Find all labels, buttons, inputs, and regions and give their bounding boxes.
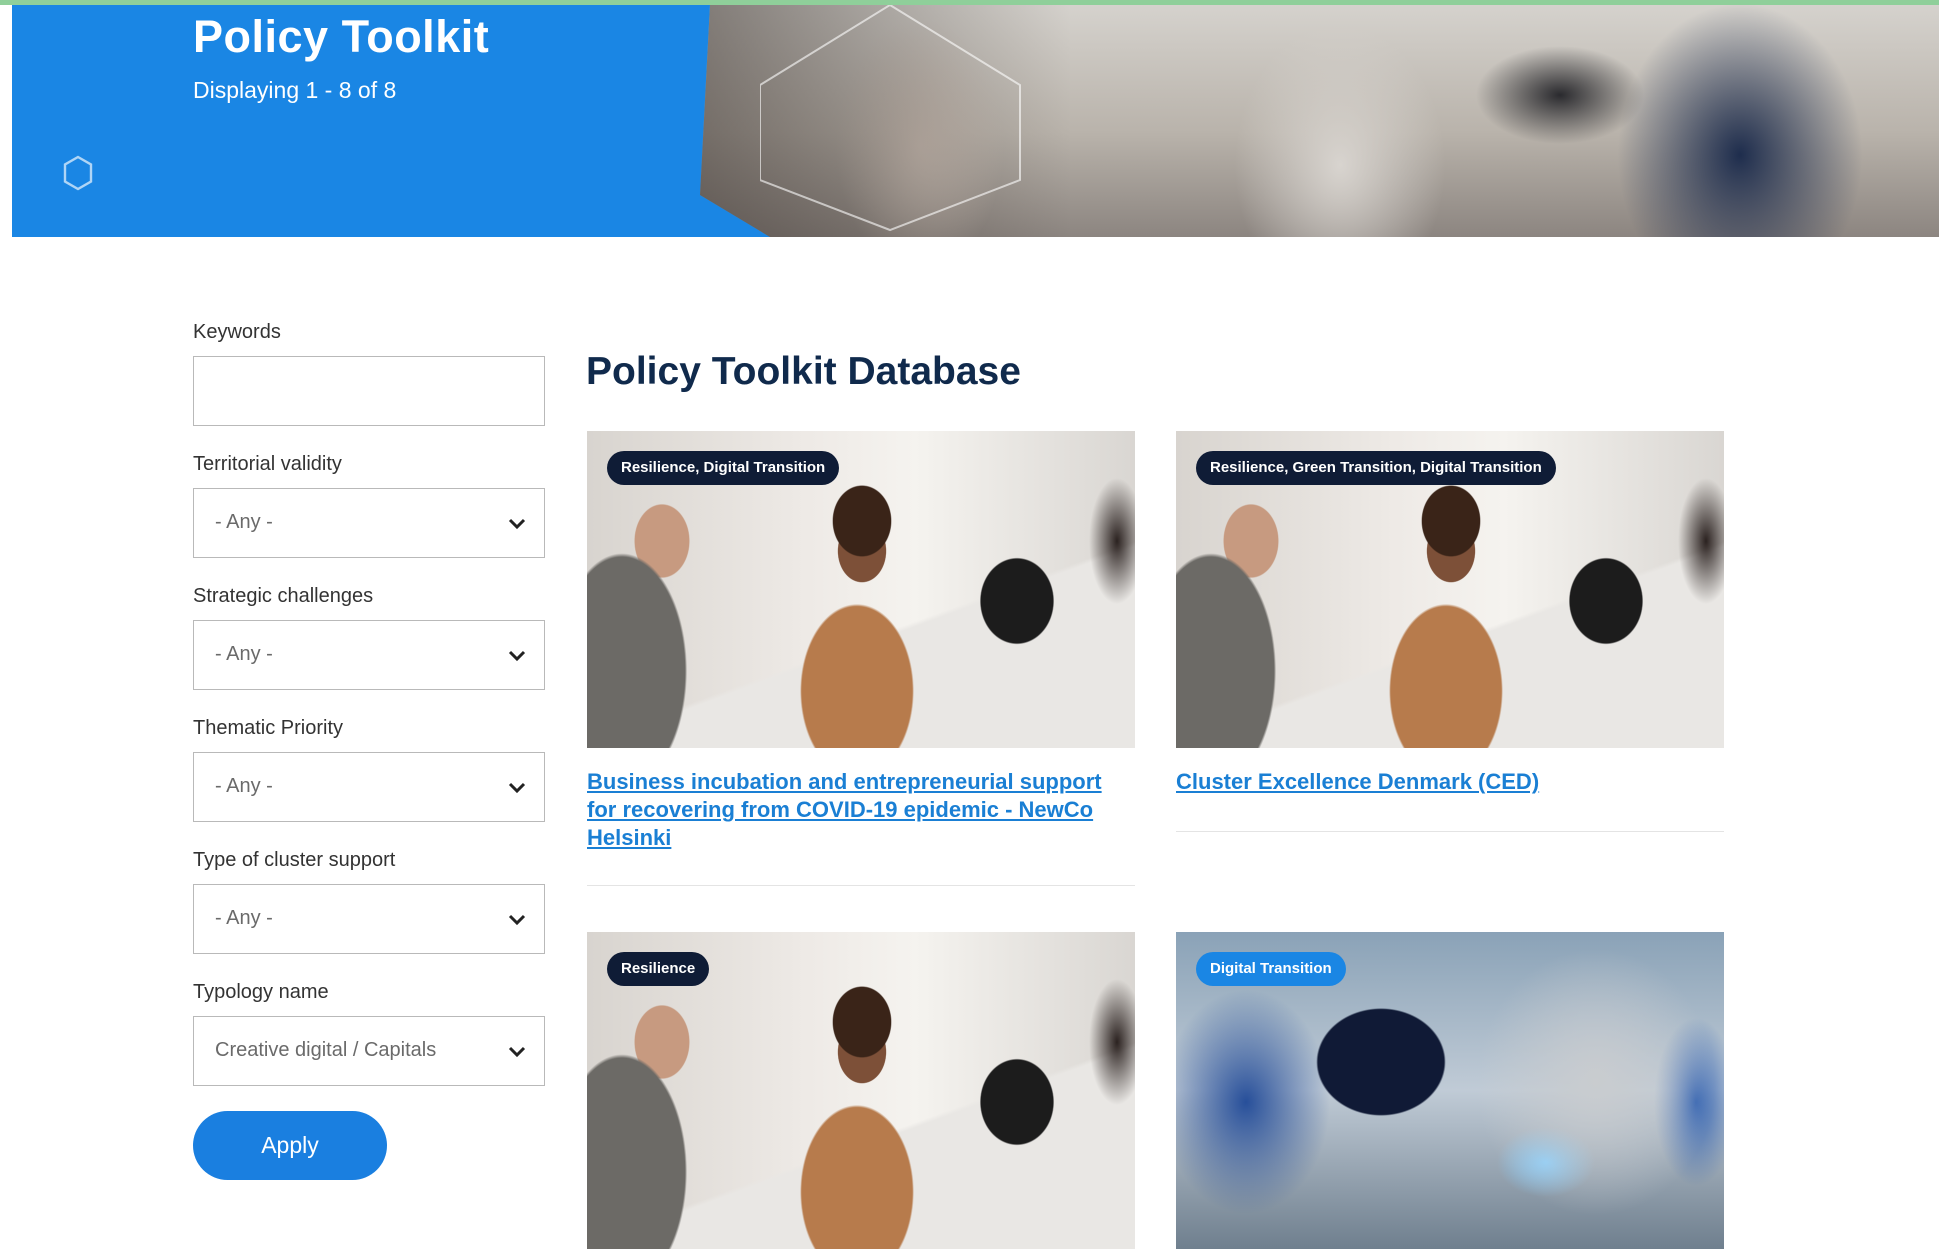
chevron-down-icon [508,782,526,794]
strategic-challenges-value: - Any - [215,643,273,665]
database-heading: Policy Toolkit Database [586,350,1021,393]
filter-sidebar: Keywords Territorial validity - Any - St… [193,320,545,1180]
policy-card: Resilience, Digital Transition Business … [587,431,1135,886]
territorial-validity-select[interactable]: - Any - [193,488,545,558]
thematic-priority-select[interactable]: - Any - [193,752,545,822]
thematic-priority-label: Thematic Priority [193,717,344,739]
results-count: Displaying 1 - 8 of 8 [193,77,397,103]
keywords-input[interactable] [193,356,545,426]
typology-name-select[interactable]: Creative digital / Capitals [193,1016,545,1086]
keywords-label: Keywords [193,321,281,343]
apply-button[interactable]: Apply [193,1111,387,1180]
decorative-hexagon-outline [760,5,1021,232]
cluster-support-label: Type of cluster support [193,849,396,871]
strategic-challenges-label: Strategic challenges [193,585,374,607]
policy-card: Resilience [587,932,1135,1249]
card-tag-badge: Resilience, Green Transition, Digital Tr… [1196,451,1556,485]
cluster-support-value: - Any - [215,907,273,929]
hexagon-icon [63,155,93,191]
header-meeting-photo [700,5,1939,237]
card-divider [1176,831,1724,832]
chevron-down-icon [508,914,526,926]
card-tag-badge: Resilience, Digital Transition [607,451,840,485]
thematic-priority-value: - Any - [215,775,273,797]
territorial-validity-value: - Any - [215,511,273,533]
page-header-banner: Policy Toolkit Displaying 1 - 8 of 8 [12,5,1939,237]
policy-card: Digital Transition [1176,932,1724,1249]
chevron-down-icon [508,1046,526,1058]
chevron-down-icon [508,650,526,662]
robotics-tablet-photo[interactable]: Digital Transition [1176,932,1724,1249]
card-tag-badge: Digital Transition [1196,952,1346,986]
typology-name-label: Typology name [193,981,329,1003]
office-meeting-photo[interactable]: Resilience, Digital Transition [587,431,1135,748]
office-meeting-photo[interactable]: Resilience, Green Transition, Digital Tr… [1176,431,1724,748]
territorial-validity-label: Territorial validity [193,453,342,475]
typology-name-value: Creative digital / Capitals [215,1039,437,1061]
strategic-challenges-select[interactable]: - Any - [193,620,545,690]
card-divider [587,885,1135,886]
office-meeting-photo[interactable]: Resilience [587,932,1135,1249]
page-title: Policy Toolkit [193,11,490,62]
chevron-down-icon [508,518,526,530]
cluster-support-select[interactable]: - Any - [193,884,545,954]
card-title-link[interactable]: Cluster Excellence Denmark (CED) [1176,768,1724,796]
card-title-link[interactable]: Business incubation and entrepreneurial … [587,768,1135,852]
card-tag-badge: Resilience [607,952,710,986]
policy-card: Resilience, Green Transition, Digital Tr… [1176,431,1724,832]
